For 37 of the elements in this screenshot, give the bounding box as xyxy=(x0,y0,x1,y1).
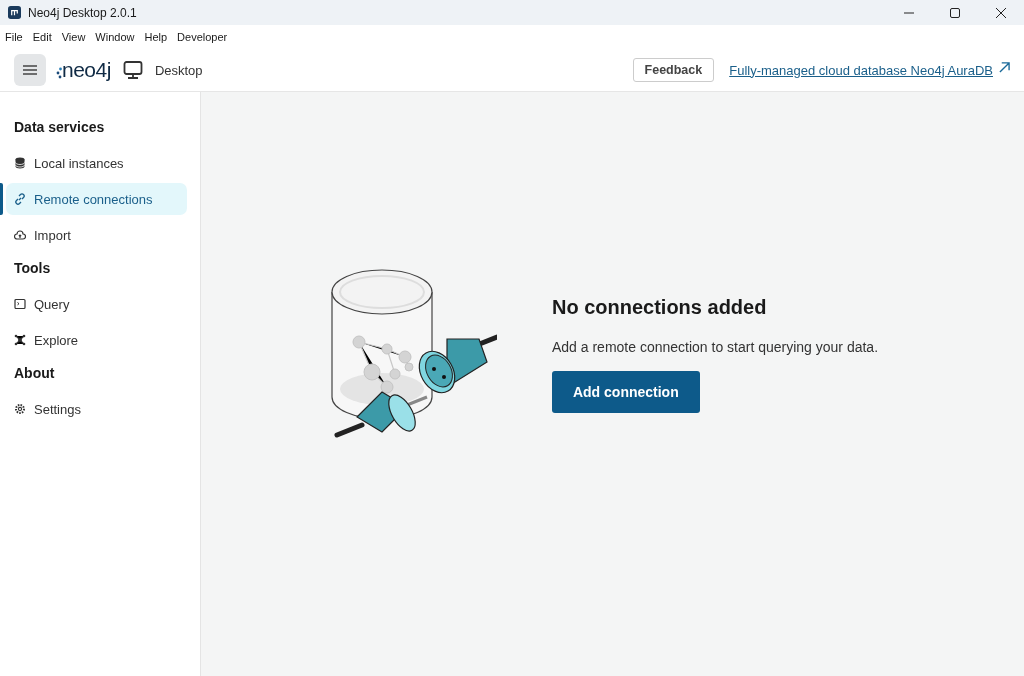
external-link-icon xyxy=(999,61,1010,73)
window-title: Neo4j Desktop 2.0.1 xyxy=(28,5,137,20)
cloud-upload-icon xyxy=(14,229,26,241)
menu-button[interactable] xyxy=(14,54,46,86)
app-logo-icon xyxy=(8,6,21,19)
database-icon xyxy=(14,157,26,169)
sidebar-item[interactable]: Query xyxy=(6,288,187,320)
add-connection-button[interactable]: Add connection xyxy=(551,370,700,413)
menu-item[interactable]: File xyxy=(5,31,23,43)
sidebar-item[interactable]: Remote connections xyxy=(6,183,187,215)
maximize-icon[interactable] xyxy=(950,7,960,18)
close-icon[interactable] xyxy=(996,7,1006,18)
menu-item[interactable]: Help xyxy=(144,31,168,43)
empty-state-heading: No connections added xyxy=(551,295,768,319)
dots-logo-icon xyxy=(56,67,62,79)
settings-icon xyxy=(14,403,26,415)
menu-item[interactable]: Window xyxy=(95,31,135,43)
menu-item[interactable]: Edit xyxy=(32,31,52,43)
product-name: Desktop xyxy=(154,62,203,78)
menu-icon xyxy=(23,65,37,75)
sidebar-item[interactable]: Import xyxy=(6,219,187,251)
monitor-icon xyxy=(122,60,143,80)
section-heading: Data services xyxy=(13,118,106,137)
menu-item[interactable]: View xyxy=(61,31,86,43)
sidebar-item[interactable]: Explore xyxy=(6,324,187,356)
menu-item[interactable]: Developer xyxy=(177,31,228,43)
section-heading: Tools xyxy=(13,259,52,278)
logo-text: neo4j xyxy=(62,58,111,82)
link-icon xyxy=(14,193,26,205)
section-heading: About xyxy=(13,364,56,383)
terminal-icon xyxy=(14,298,26,310)
aura-link[interactable]: Fully-managed cloud database Neo4j AuraDB xyxy=(729,62,993,78)
sidebar-item[interactable]: Local instances xyxy=(6,147,187,179)
empty-state-message: Add a remote connection to start querying your data. xyxy=(551,338,879,355)
sidebar-item[interactable]: Settings xyxy=(6,393,187,425)
graph-icon xyxy=(14,334,26,346)
feedback-button[interactable]: Feedback xyxy=(632,58,715,82)
